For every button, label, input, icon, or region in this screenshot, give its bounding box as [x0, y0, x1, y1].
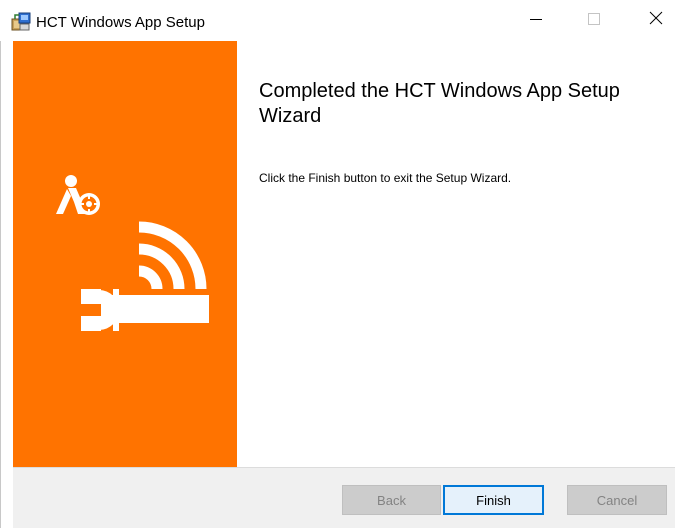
- wizard-footer: Back Finish Cancel: [13, 467, 675, 528]
- title-bar[interactable]: HCT Windows App Setup: [0, 0, 675, 41]
- minimize-icon: [530, 12, 542, 30]
- close-button[interactable]: [633, 0, 675, 41]
- wizard-heading: Completed the HCT Windows App Setup Wiza…: [259, 80, 620, 127]
- window-title: HCT Windows App Setup: [36, 14, 205, 31]
- wizard-banner: [13, 41, 237, 467]
- maximize-button[interactable]: [571, 0, 617, 41]
- minimize-button[interactable]: [513, 0, 559, 41]
- cancel-button[interactable]: Cancel: [567, 485, 667, 515]
- installer-package-icon: [11, 12, 31, 32]
- finish-button[interactable]: Finish: [443, 485, 544, 515]
- maximize-icon: [588, 12, 600, 30]
- close-icon: [649, 11, 663, 30]
- wrench-wireless-icon: [79, 211, 211, 336]
- back-button[interactable]: Back: [342, 485, 441, 515]
- wizard-content: Completed the HCT Windows App Setup Wiza…: [237, 41, 675, 467]
- setup-wizard-window: HCT Windows App Setup Completed the HCT …: [0, 0, 675, 528]
- wizard-body-text: Click the Finish button to exit the Setu…: [259, 171, 512, 185]
